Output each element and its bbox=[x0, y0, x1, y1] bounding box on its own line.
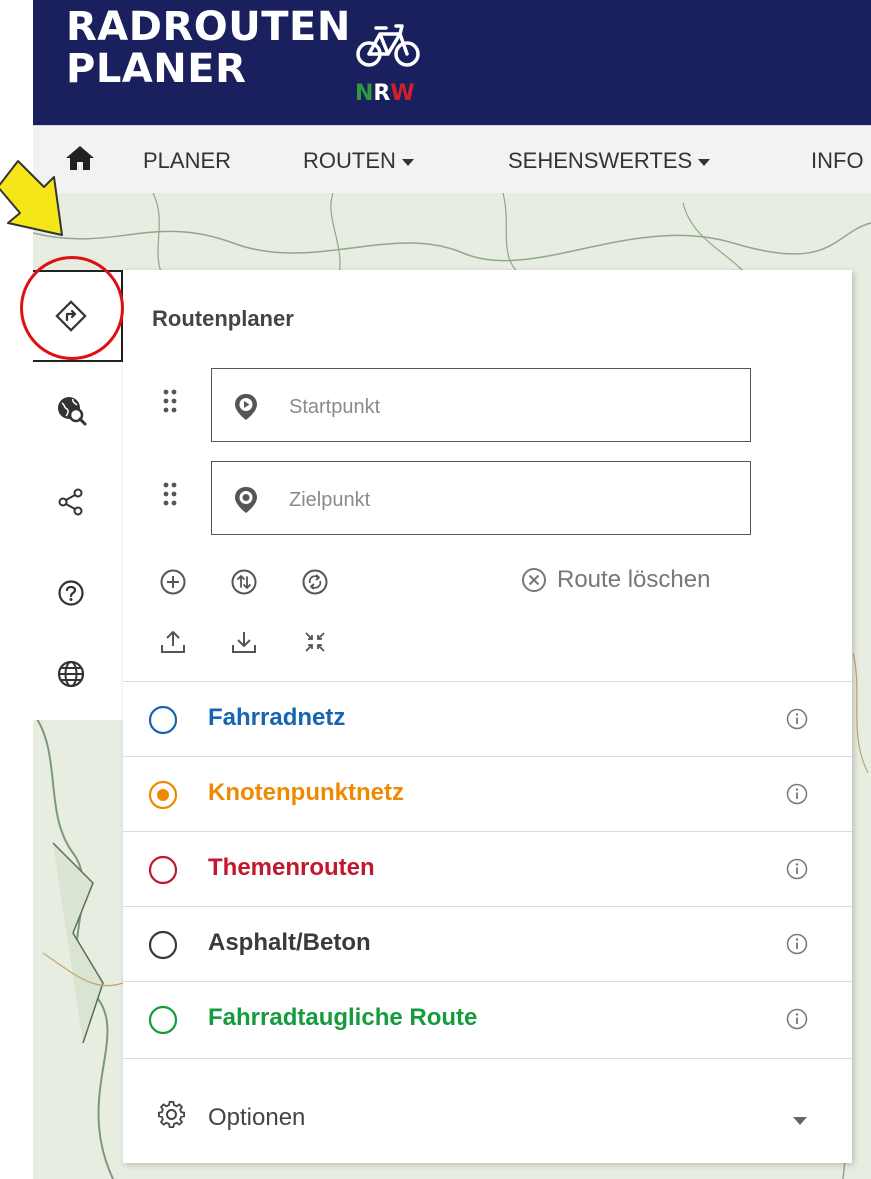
panel-title: Routenplaner bbox=[152, 306, 294, 331]
route-delete-button[interactable]: Route löschen bbox=[521, 566, 710, 594]
logo-nrw-w: W bbox=[390, 81, 415, 106]
upload-route-button[interactable] bbox=[157, 626, 189, 658]
info-icon[interactable] bbox=[786, 858, 808, 880]
logo-line-2: PLANER bbox=[66, 46, 247, 92]
logo-nrw-n: N bbox=[355, 81, 374, 106]
tool-language[interactable] bbox=[49, 652, 93, 696]
logo[interactable]: RADROUTEN PLANER bbox=[66, 6, 351, 90]
end-marker-icon bbox=[235, 487, 257, 513]
radio-selected-icon[interactable] bbox=[148, 780, 178, 810]
upload-icon bbox=[161, 631, 185, 653]
start-point-input[interactable] bbox=[287, 389, 711, 425]
start-point-field[interactable] bbox=[211, 368, 751, 442]
app-header: RADROUTEN PLANER NRW bbox=[33, 0, 871, 125]
globe-search-icon bbox=[58, 397, 87, 426]
reverse-route-button[interactable] bbox=[299, 566, 331, 598]
nav-item-routen-label: ROUTEN bbox=[303, 148, 396, 173]
close-circle-icon bbox=[522, 568, 546, 592]
info-icon[interactable] bbox=[786, 933, 808, 955]
help-icon bbox=[58, 580, 84, 606]
logo-nrw: NRW bbox=[355, 81, 415, 106]
add-waypoint-icon bbox=[160, 569, 186, 595]
chevron-down-icon bbox=[793, 1117, 807, 1125]
nav-item-routen[interactable]: ROUTEN bbox=[303, 148, 414, 174]
collapse-icon bbox=[305, 632, 325, 652]
nav-item-sehenswertes[interactable]: SEHENSWERTES bbox=[508, 148, 711, 174]
end-point-input[interactable] bbox=[287, 482, 711, 518]
radio-icon[interactable] bbox=[148, 705, 178, 735]
language-globe-icon bbox=[57, 660, 85, 688]
tool-search-map[interactable] bbox=[49, 388, 93, 432]
collapse-panel-button[interactable] bbox=[299, 626, 331, 658]
logo-nrw-r: R bbox=[373, 81, 391, 106]
end-point-field[interactable] bbox=[211, 461, 751, 535]
swap-icon bbox=[231, 569, 257, 595]
network-option-themenrouten[interactable]: Themenrouten bbox=[123, 831, 852, 907]
network-label: Knotenpunktnetz bbox=[208, 779, 404, 806]
chevron-down-icon bbox=[698, 158, 711, 166]
add-waypoint-button[interactable] bbox=[157, 566, 189, 598]
drag-handle-icon[interactable] bbox=[163, 388, 177, 418]
download-icon bbox=[232, 632, 256, 653]
route-delete-label: Route löschen bbox=[557, 566, 711, 593]
nav-item-info-label: INFO bbox=[811, 148, 864, 173]
radio-icon[interactable] bbox=[148, 855, 178, 885]
logo-line-1: RADROUTEN bbox=[66, 4, 351, 50]
gear-icon bbox=[158, 1101, 186, 1129]
radio-icon[interactable] bbox=[148, 1005, 178, 1035]
network-label: Themenrouten bbox=[208, 854, 375, 881]
drag-handle-icon[interactable] bbox=[163, 481, 177, 511]
annotation-highlight-circle bbox=[20, 256, 124, 360]
nav-item-info[interactable]: INFO bbox=[811, 148, 864, 174]
network-label: Asphalt/Beton bbox=[208, 929, 371, 956]
radio-icon[interactable] bbox=[148, 930, 178, 960]
options-toggle[interactable]: Optionen bbox=[123, 1058, 852, 1164]
tool-share[interactable] bbox=[49, 480, 93, 524]
info-icon[interactable] bbox=[786, 708, 808, 730]
nav-item-planer-label: PLANER bbox=[143, 148, 232, 173]
nav-item-planer[interactable]: PLANER bbox=[143, 148, 231, 174]
start-marker-icon bbox=[235, 394, 257, 420]
info-icon[interactable] bbox=[786, 783, 808, 805]
network-option-fahrradtaugliche-route[interactable]: Fahrradtaugliche Route bbox=[123, 981, 852, 1057]
main-nav: PLANER ROUTEN SEHENSWERTES INFO bbox=[33, 125, 871, 195]
swap-points-button[interactable] bbox=[228, 566, 260, 598]
download-route-button[interactable] bbox=[228, 626, 260, 658]
share-icon bbox=[58, 488, 83, 516]
chevron-down-icon bbox=[401, 158, 414, 166]
nav-item-sehenswertes-label: SEHENSWERTES bbox=[508, 148, 693, 173]
network-label: Fahrradnetz bbox=[208, 704, 346, 731]
annotation-arrow-icon bbox=[0, 160, 63, 236]
reverse-route-icon bbox=[302, 569, 328, 595]
network-label: Fahrradtaugliche Route bbox=[208, 1004, 478, 1031]
network-option-fahrradnetz[interactable]: Fahrradnetz bbox=[123, 681, 852, 757]
tool-help[interactable] bbox=[49, 571, 93, 615]
network-option-asphalt-beton[interactable]: Asphalt/Beton bbox=[123, 906, 852, 982]
info-icon[interactable] bbox=[786, 1008, 808, 1030]
options-label: Optionen bbox=[208, 1104, 306, 1131]
bicycle-icon bbox=[356, 24, 420, 67]
route-planner-panel: Routenplaner Startpunkt Zielpunkt Route … bbox=[123, 270, 852, 1163]
network-option-knotenpunktnetz[interactable]: Knotenpunktnetz bbox=[123, 756, 852, 832]
